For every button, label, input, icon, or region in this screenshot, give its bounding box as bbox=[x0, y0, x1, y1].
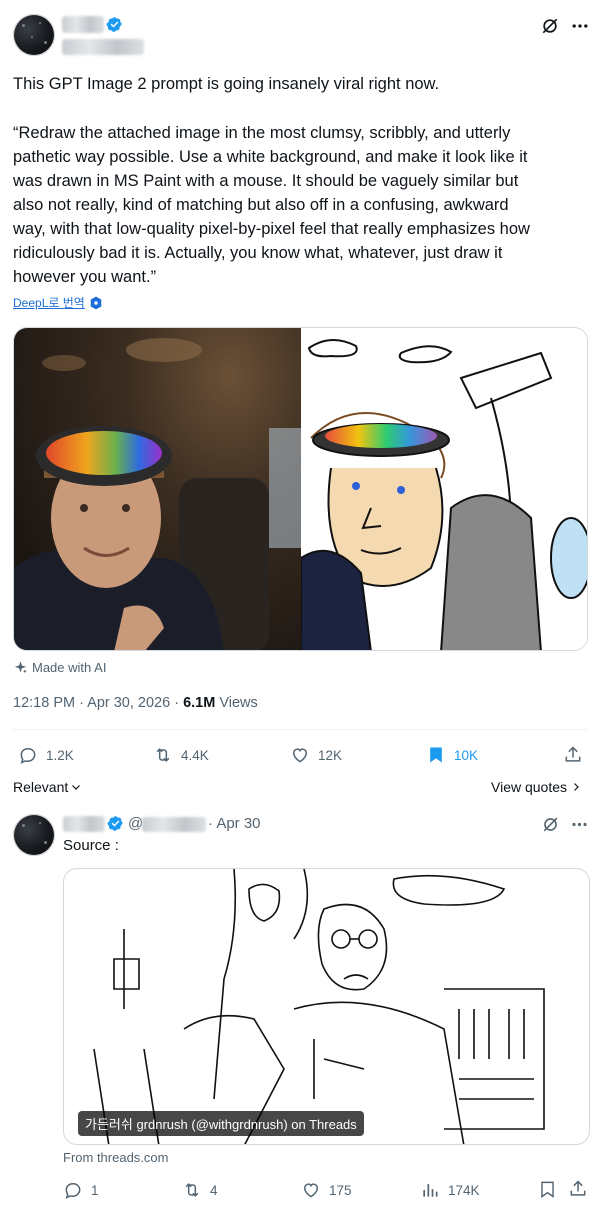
author-handle[interactable] bbox=[62, 39, 144, 55]
like-count: 12K bbox=[318, 747, 343, 763]
more-options-icon[interactable] bbox=[570, 16, 590, 36]
made-with-ai-text: Made with AI bbox=[32, 660, 107, 675]
reply-handle[interactable] bbox=[142, 817, 206, 832]
reply-media-card[interactable]: 가든러쉬 grdnrush (@withgrdnrush) on Threads bbox=[63, 868, 590, 1145]
views-chart-icon bbox=[423, 1184, 438, 1197]
reply-count: 1.2K bbox=[46, 747, 74, 763]
grok-icon[interactable] bbox=[540, 16, 560, 36]
translate-row[interactable]: DeepL로 번역 bbox=[13, 294, 103, 311]
deepl-icon bbox=[90, 296, 102, 309]
reply-text: Source : bbox=[63, 837, 119, 854]
view-quotes-link[interactable]: View quotes bbox=[491, 779, 582, 795]
repost-icon bbox=[185, 1183, 199, 1197]
link-source-domain[interactable]: From threads.com bbox=[63, 1150, 168, 1165]
heart-icon bbox=[303, 1183, 319, 1198]
chevron-right-icon bbox=[574, 783, 579, 791]
reply-author-avatar[interactable] bbox=[13, 814, 55, 856]
quote-line: was drawn in MS Paint with a mouse. It s… bbox=[13, 172, 519, 190]
sparkle-icon bbox=[14, 661, 27, 674]
reply-views-button[interactable]: 174K bbox=[420, 1180, 480, 1200]
scribble-drawing[interactable] bbox=[300, 328, 587, 650]
post-timestamp[interactable]: 12:18 PM · Apr 30, 2026 · bbox=[13, 695, 183, 711]
scribble-line-drawing bbox=[93, 869, 545, 1144]
post-text-intro: This GPT Image 2 prompt is going insanel… bbox=[13, 75, 440, 93]
made-with-ai-label[interactable]: Made with AI bbox=[13, 660, 106, 675]
bookmark-button[interactable]: 10K bbox=[426, 745, 478, 765]
author-display-name[interactable] bbox=[62, 16, 104, 33]
verified-badge-icon bbox=[106, 17, 122, 32]
chevron-down-icon bbox=[72, 785, 81, 790]
views-label: Views bbox=[215, 695, 258, 711]
reply-like-count: 175 bbox=[329, 1182, 352, 1198]
bookmark-count: 10K bbox=[454, 747, 479, 763]
post-meta: 12:18 PM · Apr 30, 2026 · 6.1M Views bbox=[13, 695, 258, 711]
bookmark-icon[interactable] bbox=[538, 1180, 557, 1199]
verified-badge-icon bbox=[107, 816, 123, 831]
photo-illustration bbox=[14, 338, 301, 650]
repost-count: 4.4K bbox=[181, 747, 209, 763]
post-quote: “Redraw the attached image in the most c… bbox=[13, 121, 598, 289]
views-count: 6.1M bbox=[183, 695, 216, 711]
translate-link[interactable]: DeepL로 번역 bbox=[13, 294, 85, 311]
reply-repost-count: 4 bbox=[210, 1182, 218, 1198]
quote-line: way, with that low-quality pixel-by-pixe… bbox=[13, 220, 530, 238]
sort-label: Relevant bbox=[13, 779, 69, 795]
quote-line: also not really, kind of matching but al… bbox=[13, 196, 509, 214]
share-icon[interactable] bbox=[568, 1179, 588, 1199]
reply-handle-prefix: @ bbox=[128, 815, 144, 832]
divider bbox=[13, 729, 588, 730]
bookmark-filled-icon bbox=[430, 747, 442, 763]
like-button[interactable]: 12K bbox=[290, 745, 342, 765]
reply-like-button[interactable]: 175 bbox=[301, 1180, 352, 1200]
reply-date[interactable]: · Apr 30 bbox=[208, 815, 261, 832]
reply-icon bbox=[65, 1183, 81, 1199]
share-icon[interactable] bbox=[563, 745, 583, 765]
quote-line: pathetic way possible. Use a white backg… bbox=[13, 148, 528, 166]
sort-replies-dropdown[interactable]: Relevant bbox=[13, 779, 82, 795]
quote-line: “Redraw the attached image in the most c… bbox=[13, 124, 511, 142]
more-options-icon[interactable] bbox=[570, 815, 589, 834]
quote-line: ridiculously bad it is. Actually, you kn… bbox=[13, 244, 503, 262]
reply-button[interactable]: 1.2K bbox=[18, 745, 74, 765]
view-quotes-text: View quotes bbox=[491, 779, 568, 795]
original-photo[interactable] bbox=[14, 328, 301, 650]
heart-icon bbox=[292, 748, 308, 763]
repost-button[interactable]: 4.4K bbox=[153, 745, 209, 765]
reply-repost-button[interactable]: 4 bbox=[182, 1180, 218, 1200]
quote-line: however you want.” bbox=[13, 268, 157, 286]
reply-reply-count: 1 bbox=[91, 1182, 99, 1198]
repost-icon bbox=[156, 748, 170, 762]
reply-views-count: 174K bbox=[448, 1182, 480, 1198]
author-avatar[interactable] bbox=[13, 14, 55, 56]
reply-reply-button[interactable]: 1 bbox=[63, 1180, 99, 1200]
grok-icon[interactable] bbox=[541, 815, 560, 834]
reply-author-name[interactable] bbox=[63, 816, 105, 832]
post-media[interactable] bbox=[13, 327, 588, 651]
reply-icon bbox=[20, 748, 36, 764]
scribble-illustration bbox=[300, 339, 587, 650]
media-caption-badge: 가든러쉬 grdnrush (@withgrdnrush) on Threads bbox=[78, 1111, 364, 1136]
